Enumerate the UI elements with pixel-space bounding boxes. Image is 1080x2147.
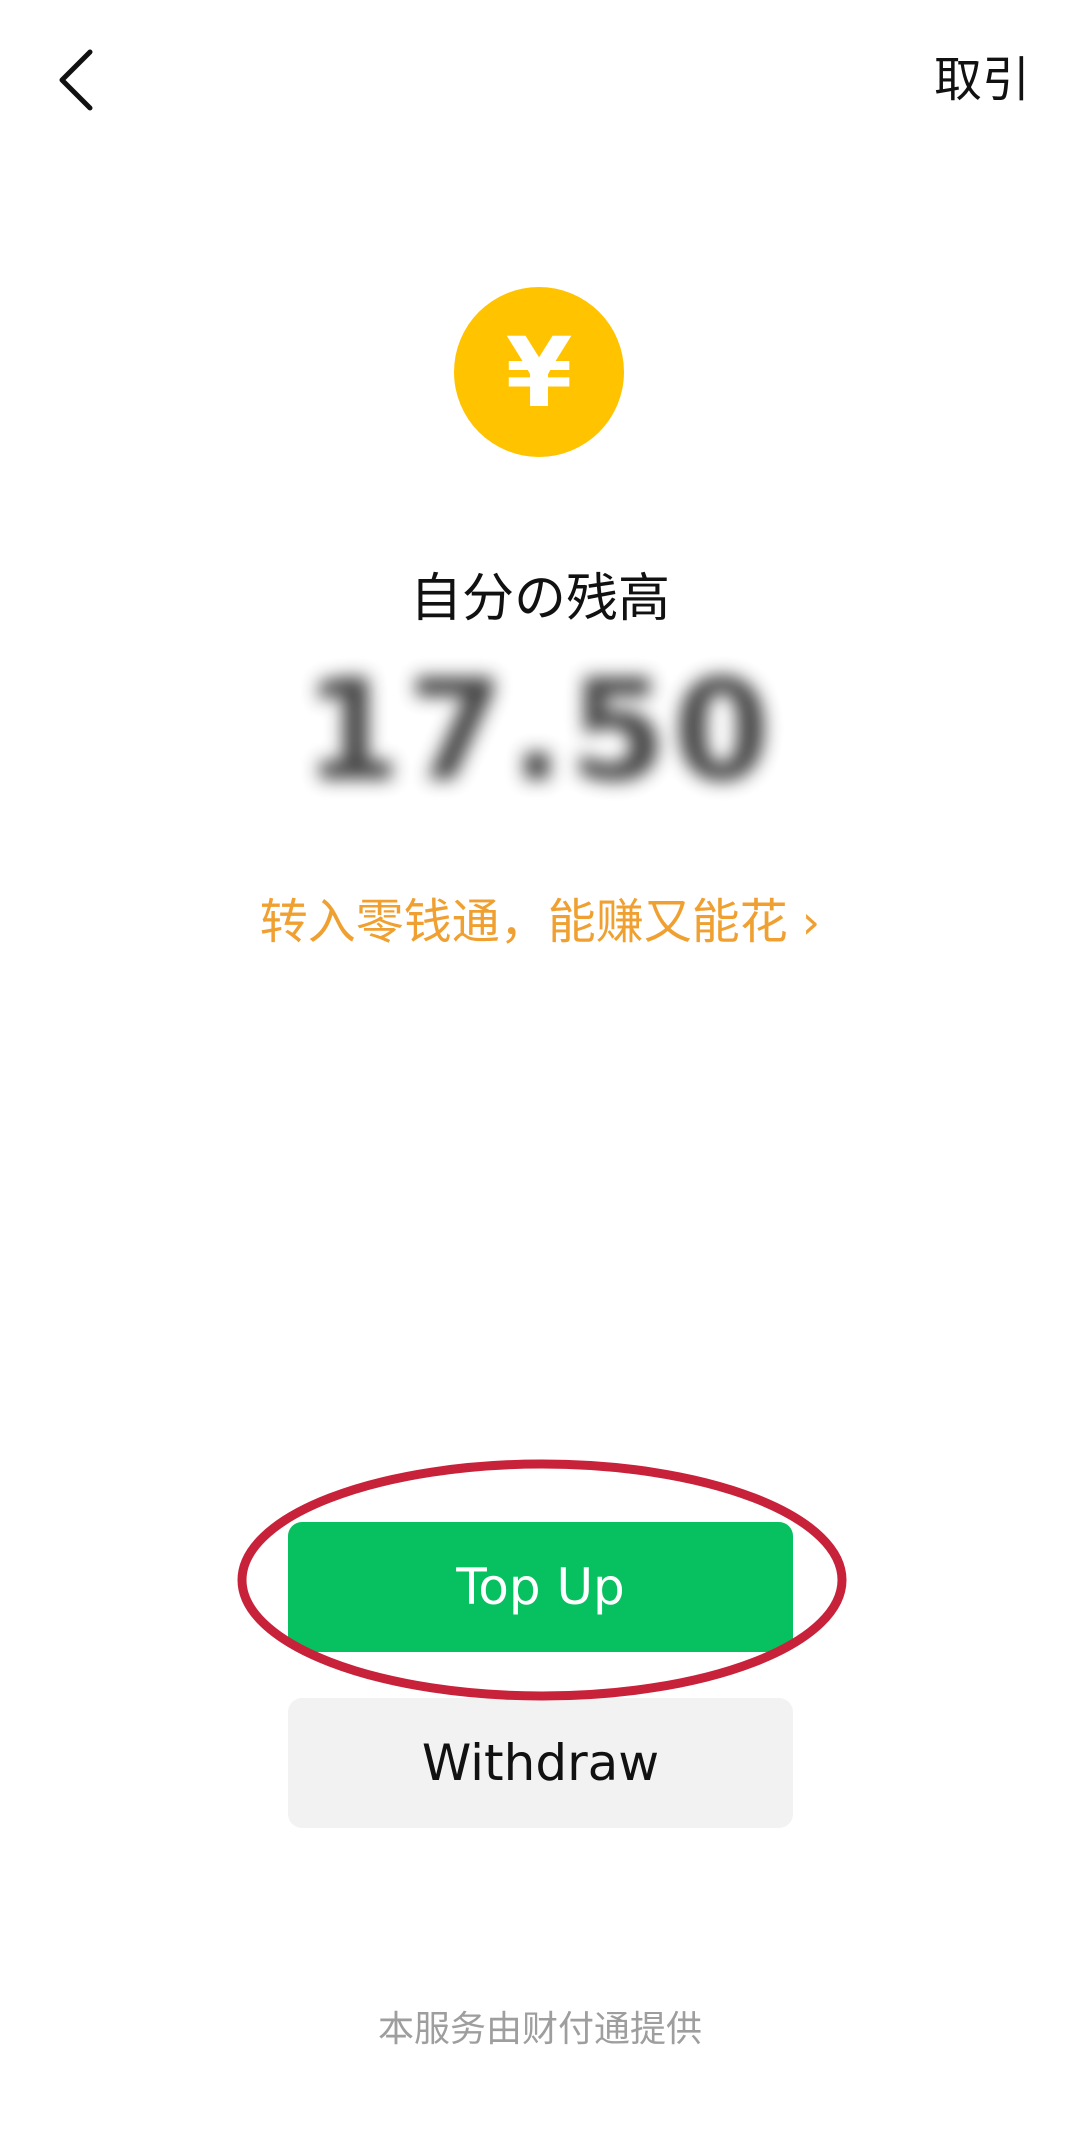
chevron-right-icon: ›	[801, 895, 821, 949]
balance-amount: 17.50	[303, 650, 777, 813]
back-button[interactable]	[36, 40, 116, 120]
withdraw-button[interactable]: Withdraw	[288, 1698, 793, 1828]
yen-symbol: ¥	[505, 317, 573, 429]
promo-text: 转入零钱通，能赚又能花	[259, 894, 788, 950]
service-provider-note: 本服务由财付通提供	[377, 2009, 702, 2050]
chevron-left-icon	[59, 49, 93, 111]
navigation-bar: 取引	[0, 0, 1080, 160]
top-up-button[interactable]: Top Up	[288, 1522, 793, 1652]
balance-label: 自分の残高	[409, 569, 670, 629]
promo-link[interactable]: 转入零钱通，能赚又能花 ›	[0, 882, 1080, 952]
top-up-label: Top Up	[456, 1558, 625, 1616]
transactions-link[interactable]: 取引	[934, 40, 1030, 120]
yen-coin-icon: ¥	[454, 287, 624, 457]
withdraw-label: Withdraw	[421, 1734, 660, 1792]
